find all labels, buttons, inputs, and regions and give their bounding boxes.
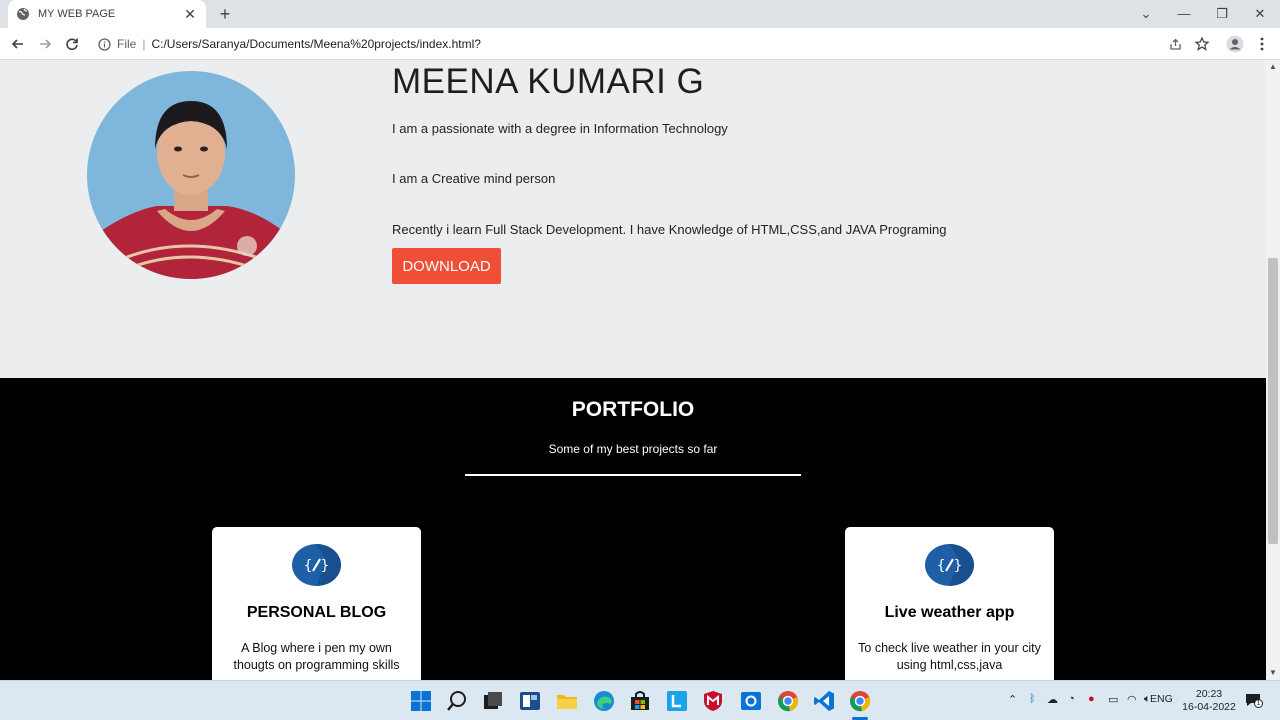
arrow-right-icon [40,39,52,49]
security-shield-icon[interactable]: ● [1088,693,1095,705]
project-card-live-weather[interactable]: { } Live weather app To check live weath… [845,527,1054,680]
hero-intro-line-2: I am a Creative mind person [392,171,556,186]
language-indicator[interactable]: ENG [1150,693,1173,705]
profile-button[interactable] [1225,34,1245,54]
code-edit-icon: { } [925,544,974,586]
portfolio-title: PORTFOLIO [571,398,695,421]
hero-intro-line-3: Recently i learn Full Stack Development.… [392,222,947,237]
info-icon[interactable] [98,37,111,51]
search-icon[interactable] [445,689,469,713]
hero-name: MEENA KUMARI G [392,62,705,101]
star-icon [1195,37,1209,51]
tab-search-chevron-icon[interactable]: ⌄ [1136,4,1156,24]
system-clock[interactable]: 20:23 16-04-2022 [1178,688,1240,714]
battery-icon[interactable]: ▭ [1108,693,1118,706]
windows-start-icon[interactable] [409,689,433,713]
page-scrollbar[interactable]: ▲ ▼ [1266,60,1280,680]
widgets-icon[interactable] [518,689,542,713]
address-scheme-label: File [117,37,137,51]
browser-tab[interactable]: MY WEB PAGE ✕ [8,0,206,28]
browser-toolbar: File | C:/Users/Saranya/Documents/Meena%… [0,28,1280,60]
download-button[interactable]: DOWNLOAD [392,248,501,284]
restore-button[interactable]: ❐ [1212,4,1232,24]
minimize-button[interactable]: — [1174,4,1194,24]
network-icon[interactable]: ◔ [1068,693,1075,705]
profile-photo-image [87,71,295,279]
share-icon [1169,38,1181,50]
reload-icon [66,38,78,51]
project-card-personal-blog[interactable]: { } PERSONAL BLOG A Blog where i pen my … [212,527,421,680]
project-card-title: Live weather app [884,604,1015,621]
code-edit-icon: { } [292,544,341,586]
microsoft-store-icon[interactable] [628,689,652,713]
notification-center-button[interactable]: 1 [1245,692,1263,708]
outlook-icon[interactable] [739,689,763,713]
tab-title: MY WEB PAGE [38,8,116,20]
windows-taskbar: ⌃ ᛒ ☁ ◔ ● ▭ ◠ 🔈︎ ENG 20:23 16-04-2022 1 [0,680,1280,720]
arrow-left-icon [11,39,23,49]
bluetooth-icon[interactable]: ᛒ [1029,693,1036,705]
clock-date: 16-04-2022 [1182,701,1236,713]
file-explorer-icon[interactable] [555,689,579,713]
edge-browser-icon[interactable] [592,689,616,713]
close-window-button[interactable]: ✕ [1250,4,1270,24]
wifi-icon[interactable]: ◠ [1127,693,1137,706]
tray-overflow-chevron-icon[interactable]: ⌃ [1008,693,1017,706]
scrollbar-thumb[interactable] [1268,258,1278,544]
back-button[interactable] [8,34,28,54]
address-separator: | [142,37,146,51]
notification-count-badge: 1 [1254,699,1263,708]
browser-tab-strip: MY WEB PAGE ✕ + ⌄ — ❐ ✕ [0,0,1280,28]
forward-button[interactable] [35,34,55,54]
new-tab-button[interactable]: + [216,5,234,23]
profile-avatar-icon [1226,35,1244,53]
globe-icon [17,8,29,20]
chrome-icon[interactable] [848,689,872,713]
share-button[interactable] [1165,34,1185,54]
url-text[interactable]: C:/Users/Saranya/Documents/Meena%20proje… [151,37,480,51]
address-bar[interactable]: File | C:/Users/Saranya/Documents/Meena%… [90,31,1220,57]
portfolio-section: PORTFOLIO Some of my best projects so fa… [0,378,1266,680]
l-app-icon[interactable] [665,689,689,713]
more-menu-button[interactable] [1252,34,1272,54]
reload-button[interactable] [62,34,82,54]
tab-close-icon[interactable]: ✕ [182,6,198,22]
profile-photo [87,71,295,279]
kebab-menu-icon [1260,37,1264,51]
portfolio-subtitle: Some of my best projects so far [548,442,718,456]
onedrive-icon[interactable]: ☁ [1047,693,1058,706]
clock-time: 20:23 [1195,688,1223,700]
scroll-up-arrow-icon[interactable]: ▲ [1269,63,1277,71]
mcafee-icon[interactable] [701,689,725,713]
project-card-description: To check live weather in your city using… [858,641,1041,672]
project-card-description: A Blog where i pen my own thougts on pro… [233,641,400,672]
scroll-down-arrow-icon[interactable]: ▼ [1269,669,1277,677]
page-viewport: MEENA KUMARI G I am a passionate with a … [0,60,1266,680]
portfolio-divider [465,474,801,476]
bookmark-button[interactable] [1192,34,1212,54]
hero-intro-line-1: I am a passionate with a degree in Infor… [392,121,728,136]
hero-section: MEENA KUMARI G I am a passionate with a … [0,60,1266,378]
project-card-title: PERSONAL BLOG [246,604,387,621]
chrome-profile-icon[interactable] [776,689,800,713]
vscode-icon[interactable] [812,689,836,713]
task-view-icon[interactable] [481,689,505,713]
